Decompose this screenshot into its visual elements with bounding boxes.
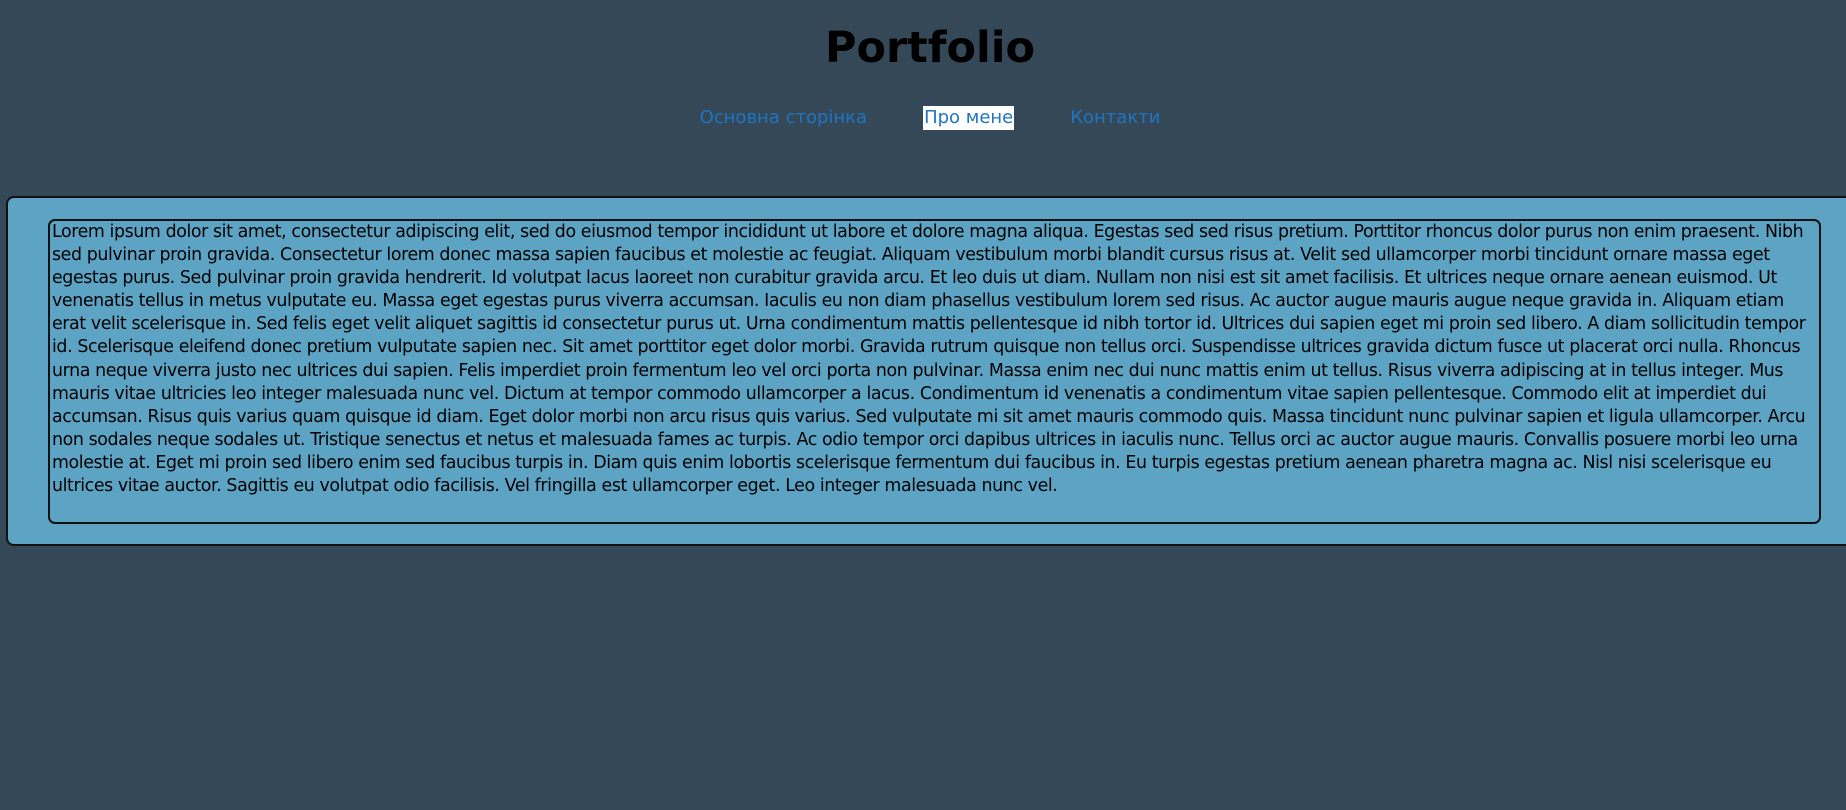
main-nav: Основна сторінка Про мене Контакти <box>0 106 1846 130</box>
nav-link-about[interactable]: Про мене <box>923 106 1015 130</box>
page: Portfolio Основна сторінка Про мене Конт… <box>0 0 1846 810</box>
text-box: Lorem ipsum dolor sit amet, consectetur … <box>48 219 1821 524</box>
nav-link-home[interactable]: Основна сторінка <box>699 106 868 130</box>
page-title: Portfolio <box>824 23 1036 73</box>
nav-link-contacts[interactable]: Контакти <box>1069 106 1161 130</box>
about-text: Lorem ipsum dolor sit amet, consectetur … <box>52 222 1806 497</box>
content-panel: Lorem ipsum dolor sit amet, consectetur … <box>6 196 1846 546</box>
